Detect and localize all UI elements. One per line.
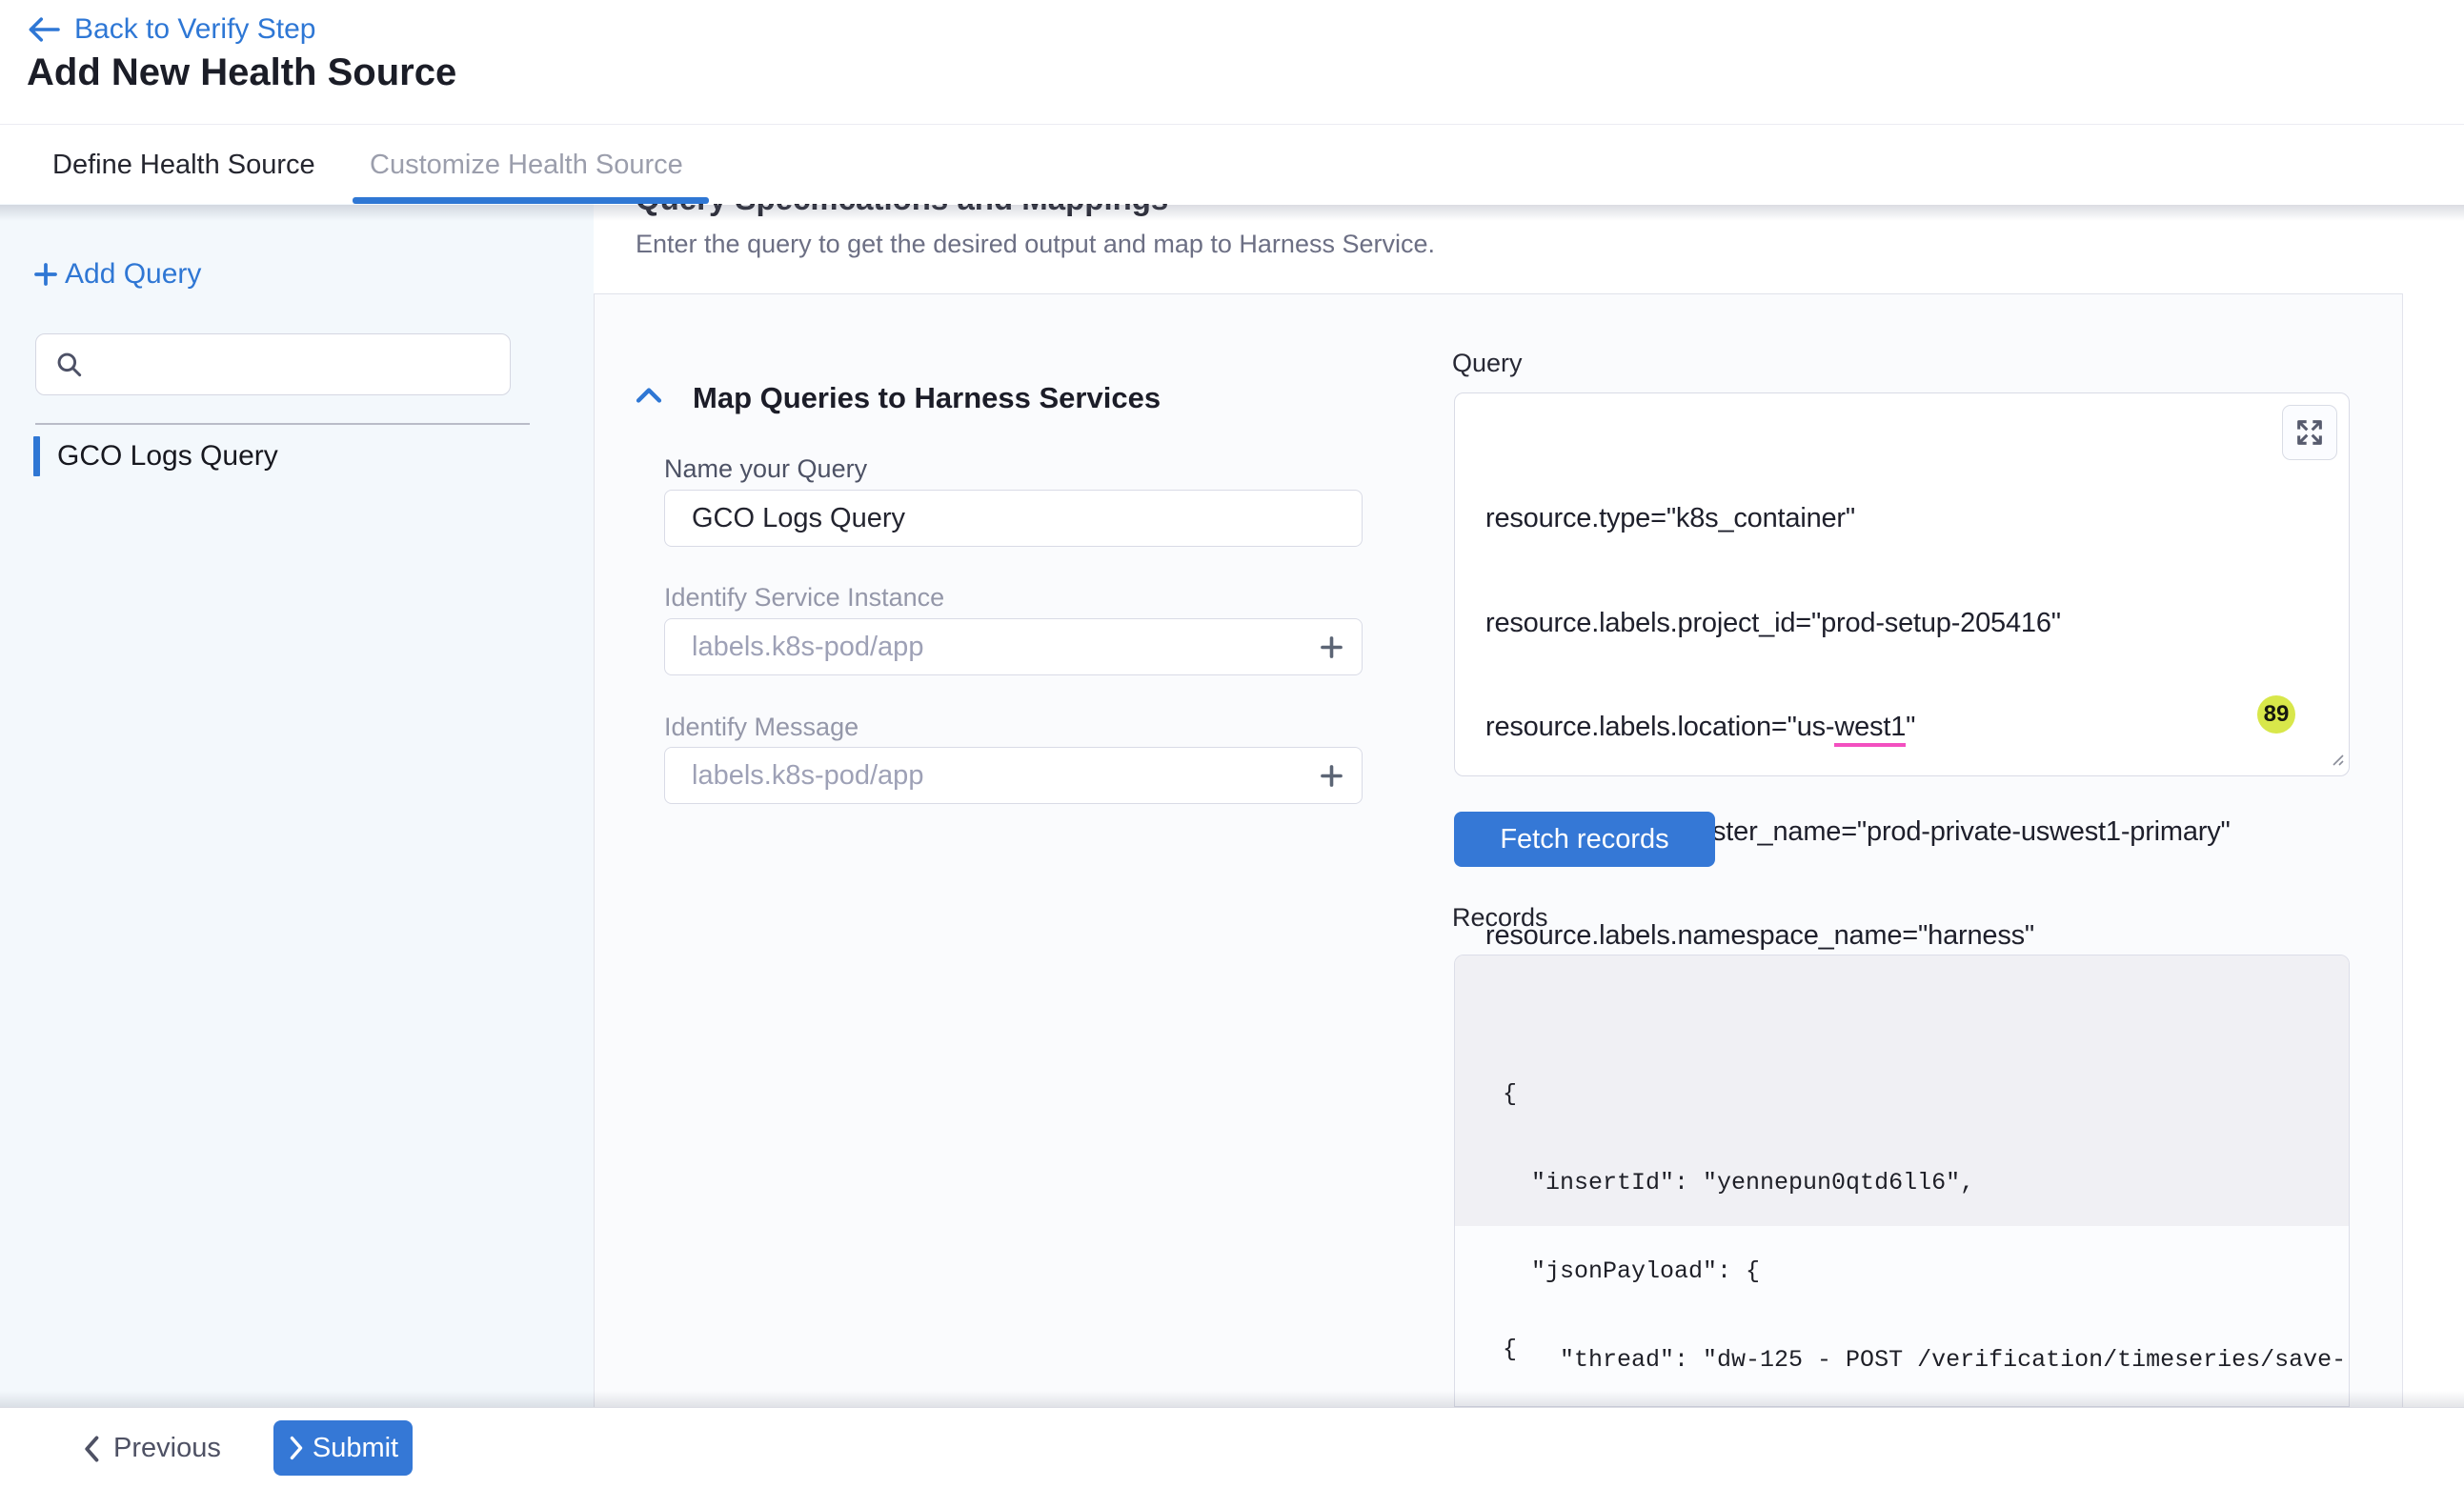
page-header: Back to Verify Step Add New Health Sourc…	[0, 0, 2464, 124]
records-label: Records	[1452, 903, 1548, 933]
search-icon	[54, 350, 85, 380]
chevron-left-icon	[81, 1435, 102, 1463]
spellcheck-underline: west1	[1834, 712, 1906, 747]
back-arrow-icon	[27, 15, 61, 44]
identify-message-label: Identify Message	[664, 713, 858, 742]
query-sidebar: Add Query GCO Logs Query	[0, 204, 594, 1407]
active-tab-underline	[353, 197, 709, 204]
query-name-input[interactable]	[692, 503, 1344, 534]
footer-shadow	[0, 1391, 2464, 1407]
selected-indicator-bar	[33, 436, 40, 476]
identify-service-instance-label: Identify Service Instance	[664, 583, 944, 613]
fullscreen-icon	[2294, 417, 2325, 448]
tab-customize-health-source[interactable]: Customize Health Source	[370, 125, 683, 205]
back-to-verify-step-link[interactable]: Back to Verify Step	[27, 13, 315, 46]
add-query-button[interactable]: Add Query	[31, 258, 201, 291]
query-label: Query	[1452, 349, 1523, 378]
collapse-section-chevron-up-icon[interactable]	[635, 384, 663, 412]
expand-query-button[interactable]	[2282, 405, 2337, 460]
tab-bar: Define Health Source Customize Health So…	[0, 124, 2464, 204]
message-field	[664, 747, 1363, 804]
record-item: { "insertId": "yennepun0qtd6ll6", "jsonP…	[1455, 955, 2349, 1226]
page-title: Add New Health Source	[27, 51, 456, 94]
submit-button[interactable]: Submit	[273, 1420, 413, 1476]
character-count-badge: 89	[2257, 695, 2295, 734]
add-query-label: Add Query	[65, 258, 201, 291]
records-panel: { "insertId": "yennepun0qtd6ll6", "jsonP…	[1454, 955, 2350, 1407]
resize-handle[interactable]	[2323, 745, 2346, 773]
service-instance-field	[664, 618, 1363, 675]
fetch-records-button[interactable]: Fetch records	[1454, 812, 1715, 867]
footer-bar: Previous Submit	[0, 1407, 2464, 1488]
service-instance-input[interactable]	[692, 632, 1309, 663]
query-editor[interactable]: resource.type="k8s_container" resource.l…	[1454, 392, 2350, 776]
record-json: { "insertId": "r6rk2tnah3owf5eh", "jsonP…	[1503, 1276, 2320, 1407]
name-your-query-label: Name your Query	[664, 454, 867, 484]
query-item-label: GCO Logs Query	[57, 440, 278, 473]
add-service-instance-plus-icon[interactable]	[1319, 634, 1344, 660]
chevron-right-icon	[288, 1436, 305, 1460]
section-subtitle: Enter the query to get the desired outpu…	[636, 230, 1435, 259]
message-input[interactable]	[692, 760, 1309, 792]
plus-icon	[31, 260, 60, 289]
sidebar-divider	[35, 423, 530, 425]
previous-button[interactable]: Previous	[81, 1408, 221, 1488]
query-search-input[interactable]	[98, 350, 508, 380]
query-name-field	[664, 490, 1363, 547]
sidebar-item-gco-logs-query[interactable]: GCO Logs Query	[0, 436, 534, 478]
map-queries-heading: Map Queries to Harness Services	[693, 381, 1161, 415]
add-health-source-page: Back to Verify Step Add New Health Sourc…	[0, 0, 2464, 1488]
submit-label: Submit	[313, 1433, 398, 1464]
query-search-box[interactable]	[35, 333, 511, 395]
add-message-plus-icon[interactable]	[1319, 763, 1344, 789]
previous-label: Previous	[113, 1433, 221, 1464]
tab-define-health-source[interactable]: Define Health Source	[52, 125, 315, 205]
record-item: { "insertId": "r6rk2tnah3owf5eh", "jsonP…	[1455, 1276, 2349, 1407]
back-link-label: Back to Verify Step	[74, 13, 315, 46]
